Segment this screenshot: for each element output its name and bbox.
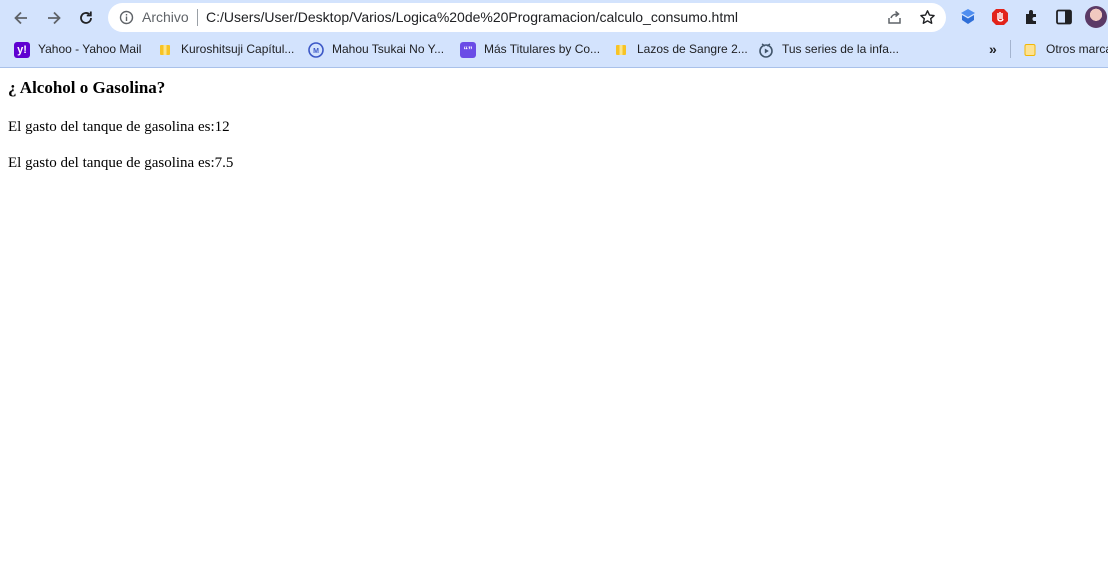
profile-avatar[interactable] <box>1085 6 1107 28</box>
browser-chrome: Archivo C:/Users/User/Desktop/Varios/Log… <box>0 0 1108 68</box>
browser-toolbar: Archivo C:/Users/User/Desktop/Varios/Log… <box>0 0 1108 35</box>
extension-shield-icon[interactable] <box>958 7 978 27</box>
bookmark-label: Más Titulares by Co... <box>484 42 601 56</box>
bookmark-label: Tus series de la infa... <box>782 42 899 56</box>
arrow-left-icon <box>14 11 27 25</box>
folder-icon <box>1022 42 1038 58</box>
back-button[interactable] <box>7 4 35 32</box>
reload-button[interactable] <box>72 4 100 32</box>
bookmark-tus-series[interactable]: Tus series de la infa... <box>758 39 899 60</box>
page-title: ¿ Alcohol o Gasolina? <box>8 78 166 97</box>
bookmarks-bar: y! Yahoo - Yahoo Mail Kuroshitsuji Capít… <box>0 36 1108 62</box>
result-value: 12 <box>214 119 230 135</box>
url-text[interactable]: C:/Users/User/Desktop/Varios/Logica%20de… <box>206 9 738 26</box>
bookmark-label: Kuroshitsuji Capítul... <box>181 42 295 56</box>
bookmark-label: Yahoo - Yahoo Mail <box>38 42 142 56</box>
address-separator <box>197 9 198 26</box>
info-icon[interactable] <box>119 10 134 25</box>
address-bar[interactable]: Archivo C:/Users/User/Desktop/Varios/Log… <box>108 3 946 32</box>
puzzle-icon[interactable] <box>1022 7 1042 27</box>
scheme-label: Archivo <box>142 9 189 25</box>
other-bookmarks-folder[interactable]: Otros marca <box>1022 39 1108 60</box>
bookmark-mas-titulares[interactable]: “” Más Titulares by Co... <box>460 39 600 60</box>
yahoo-icon: y! <box>14 41 30 58</box>
bookmark-label: Otros marca <box>1046 42 1108 56</box>
play-icon <box>758 42 774 58</box>
adblock-icon[interactable] <box>990 7 1010 27</box>
result-label: El gasto del tanque de gasolina es: <box>8 119 215 135</box>
bookmark-mahou-tsukai[interactable]: M Mahou Tsukai No Y... <box>308 39 444 60</box>
bookmarks-divider <box>1010 40 1011 58</box>
result-label: El gasto del tanque de gasolina es: <box>8 155 215 171</box>
bookmark-yahoo[interactable]: y! Yahoo - Yahoo Mail <box>14 39 141 60</box>
star-icon[interactable] <box>919 9 936 26</box>
bookmarks-overflow-button[interactable]: » <box>989 39 997 59</box>
bookmark-lazos-de-sangre[interactable]: Lazos de Sangre 2... <box>613 39 748 60</box>
svg-text:M: M <box>313 48 319 55</box>
manga-icon: M <box>308 41 324 58</box>
reload-icon <box>80 11 92 24</box>
bookmark-folder-icon <box>157 42 173 58</box>
share-icon[interactable] <box>886 9 903 26</box>
bookmark-label: Lazos de Sangre 2... <box>637 42 748 56</box>
result-line-2: El gasto del tanque de gasolina es:7.5 <box>8 154 233 172</box>
result-line-1: El gasto del tanque de gasolina es:12 <box>8 118 230 136</box>
bookmark-folder-icon <box>613 42 629 58</box>
bookmark-label: Mahou Tsukai No Y... <box>332 42 445 56</box>
bookmark-kuroshitsuji[interactable]: Kuroshitsuji Capítul... <box>157 39 294 60</box>
quote-icon: “” <box>460 41 476 58</box>
side-panel-icon[interactable] <box>1054 7 1074 27</box>
forward-button[interactable] <box>40 4 68 32</box>
arrow-right-icon <box>48 11 61 25</box>
result-value: 7.5 <box>214 155 234 171</box>
